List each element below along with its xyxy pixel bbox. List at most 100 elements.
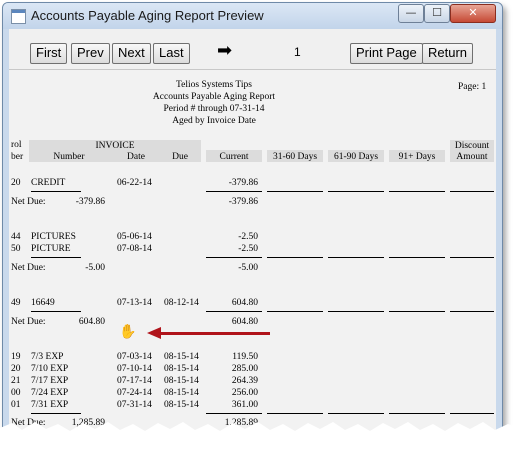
row-current: 285.00 <box>231 364 258 374</box>
rule <box>31 191 81 192</box>
row-control: 00 <box>11 388 21 398</box>
rule <box>389 191 445 192</box>
page-label: Page: 1 <box>458 82 487 92</box>
row-current: -379.86 <box>228 178 258 188</box>
row-invoice-date: 07-10-14 <box>117 364 152 374</box>
control-header-line2: ber <box>11 152 24 162</box>
print-page-button[interactable]: Print Page <box>350 43 423 64</box>
navigation-toolbar: First Prev Next Last ➡ 1 Print Page Retu… <box>9 29 496 70</box>
rule <box>389 257 445 258</box>
rule <box>206 191 262 192</box>
rule <box>450 191 494 192</box>
rule <box>206 413 262 414</box>
rule <box>450 257 494 258</box>
row-control: 19 <box>11 352 21 362</box>
hand-cursor-icon: ✋ <box>119 324 137 340</box>
row-invoice-date: 07-13-14 <box>117 298 152 308</box>
prev-page-button[interactable]: Prev <box>71 43 110 64</box>
rule <box>389 311 445 312</box>
row-invoice-number: 7/17 EXP <box>31 376 69 386</box>
rule <box>450 413 494 414</box>
rule <box>31 311 81 312</box>
client-area: First Prev Next Last ➡ 1 Print Page Retu… <box>9 29 496 439</box>
row-control: 21 <box>11 376 21 386</box>
row-current: -2.50 <box>238 232 258 242</box>
first-page-button[interactable]: First <box>30 43 68 64</box>
app-icon <box>11 9 26 24</box>
row-invoice-number: 7/24 EXP <box>31 388 69 398</box>
rule <box>328 413 384 414</box>
rule <box>206 257 262 258</box>
rule <box>267 413 323 414</box>
row-control: 49 <box>11 298 21 308</box>
row-current: 361.00 <box>231 400 258 410</box>
window-title: Accounts Payable Aging Report Preview <box>31 8 264 23</box>
rule <box>31 257 81 258</box>
row-invoice-number: 7/31 EXP <box>31 400 69 410</box>
row-control: 20 <box>11 178 21 188</box>
net-due-label: Net Due: <box>11 317 46 327</box>
report-period: Period # through 07-31-14 <box>163 104 265 114</box>
arrow-right-icon: ➡ <box>217 40 233 61</box>
row-invoice-date: 07-08-14 <box>117 244 152 254</box>
row-due-date: 08-15-14 <box>164 400 199 410</box>
discount-header-line1: Discount <box>454 141 490 151</box>
page-number: 1 <box>294 45 301 59</box>
next-page-button[interactable]: Next <box>112 43 151 64</box>
net-due-value: 604.80 <box>78 317 105 327</box>
rule <box>328 191 384 192</box>
row-control: 50 <box>11 244 21 254</box>
report-title: Accounts Payable Aging Report <box>152 92 276 102</box>
torn-edge <box>0 422 521 454</box>
report-preview-window: Accounts Payable Aging Report Preview — … <box>2 2 503 440</box>
report-page[interactable]: Telios Systems Tips Accounts Payable Agi… <box>9 70 496 439</box>
current-total: -379.86 <box>228 197 258 207</box>
row-invoice-number: 7/10 EXP <box>31 364 69 374</box>
d61-header: 61-90 Days <box>333 152 379 162</box>
row-invoice-date: 05-06-14 <box>117 232 152 242</box>
row-invoice-number: 7/3 EXP <box>31 352 64 362</box>
row-current: 256.00 <box>231 388 258 398</box>
row-due-date: 08-15-14 <box>164 376 199 386</box>
net-due-label: Net Due: <box>11 263 46 273</box>
annotation-arrow-line <box>159 332 270 335</box>
row-due-date: 08-15-14 <box>164 364 199 374</box>
invoice-header: INVOICE <box>95 141 135 151</box>
d31-header: 31-60 Days <box>272 152 318 162</box>
rule <box>267 257 323 258</box>
minimize-button[interactable]: — <box>398 4 424 23</box>
row-invoice-date: 07-24-14 <box>117 388 152 398</box>
row-due-date: 08-15-14 <box>164 388 199 398</box>
row-invoice-number: 16649 <box>31 298 55 308</box>
current-header: Current <box>219 152 249 162</box>
discount-header-line2: Amount <box>456 152 488 162</box>
row-invoice-number: PICTURE <box>31 244 71 254</box>
close-button[interactable]: ✕ <box>450 4 496 23</box>
row-due-date: 08-12-14 <box>164 298 199 308</box>
row-invoice-date: 07-31-14 <box>117 400 152 410</box>
row-invoice-number: PICTURES <box>31 232 76 242</box>
row-current: 604.80 <box>231 298 258 308</box>
last-page-button[interactable]: Last <box>153 43 190 64</box>
company-name: Telios Systems Tips <box>176 80 252 90</box>
date-header: Date <box>127 152 145 162</box>
rule <box>31 413 81 414</box>
current-total: -5.00 <box>238 263 258 273</box>
row-control: 01 <box>11 400 21 410</box>
net-due-value: -379.86 <box>75 197 105 207</box>
row-invoice-date: 07-03-14 <box>117 352 152 362</box>
row-control: 20 <box>11 364 21 374</box>
net-due-label: Net Due: <box>11 197 46 207</box>
row-due-date: 08-15-14 <box>164 352 199 362</box>
rule <box>267 311 323 312</box>
number-header: Number <box>53 152 85 162</box>
rule <box>450 311 494 312</box>
row-invoice-number: CREDIT <box>31 178 66 188</box>
rule <box>267 191 323 192</box>
title-bar[interactable]: Accounts Payable Aging Report Preview — … <box>3 3 502 29</box>
return-button[interactable]: Return <box>422 43 474 64</box>
maximize-button[interactable]: ☐ <box>424 4 450 23</box>
report-aged-by: Aged by Invoice Date <box>172 116 256 126</box>
rule <box>389 413 445 414</box>
rule <box>328 311 384 312</box>
